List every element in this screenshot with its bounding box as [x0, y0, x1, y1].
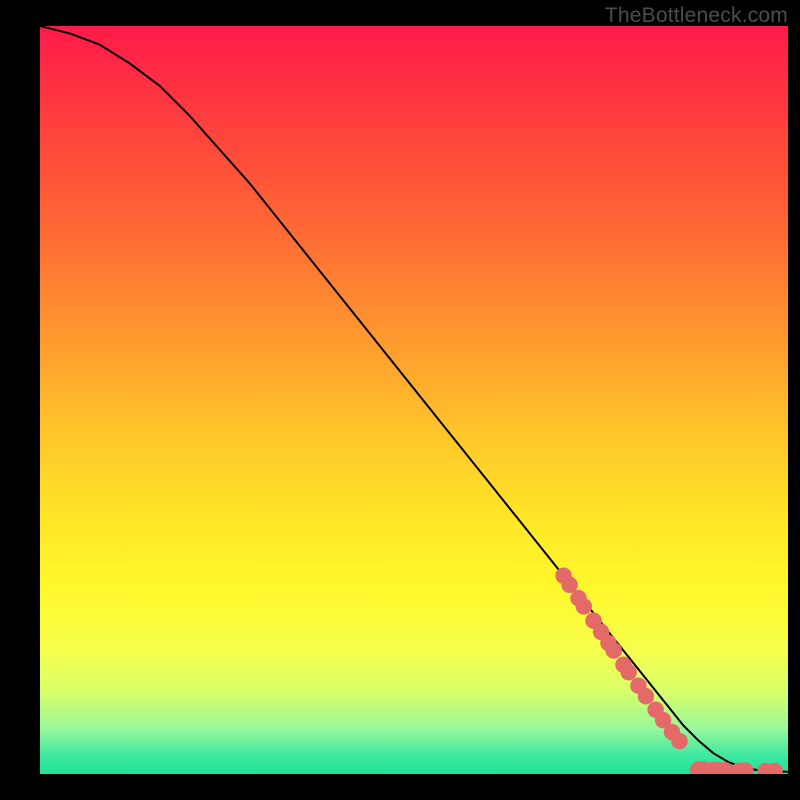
watermark-label: TheBottleneck.com: [605, 4, 788, 28]
data-point: [620, 664, 636, 680]
plot-area: [40, 26, 788, 774]
data-point: [671, 733, 687, 749]
dots-group: [555, 568, 782, 774]
data-point: [561, 577, 577, 593]
curve-line: [40, 26, 788, 772]
data-point: [576, 598, 592, 614]
chart-frame: TheBottleneck.com: [0, 0, 800, 800]
data-point: [638, 688, 654, 704]
data-point: [605, 642, 621, 658]
chart-overlay: [40, 26, 788, 774]
